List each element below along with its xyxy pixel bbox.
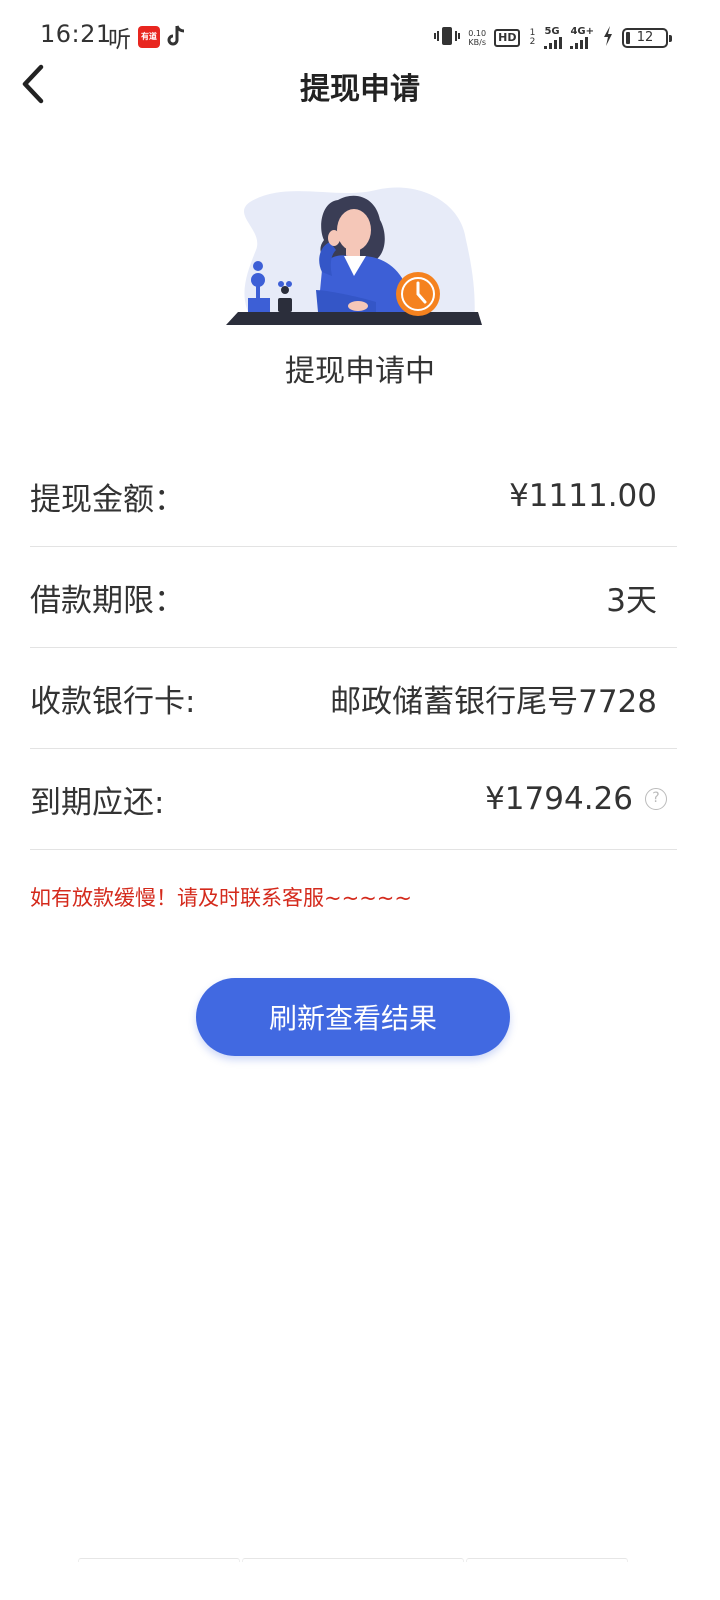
amount-label: 提现金额： <box>30 481 185 518</box>
refresh-result-button[interactable]: 刷新查看结果 <box>196 978 510 1056</box>
help-icon[interactable]: ? <box>645 788 667 810</box>
due-amount-label: 到期应还: <box>30 784 165 821</box>
due-amount-value: ¥1794.26 <box>485 781 633 817</box>
term-value: 3天 <box>606 582 657 619</box>
charging-icon <box>602 25 614 51</box>
signal-4g-icon: 4G+ <box>570 27 594 49</box>
info-row-bank-card: 收款银行卡: 邮政储蓄银行尾号7728 <box>30 648 677 749</box>
due-amount-wrap: ¥1794.26 ? <box>485 781 667 817</box>
status-icons: 0.10 KB/s HD 1 2 5G 4G+ 12 <box>434 24 672 52</box>
bank-card-value: 邮政储蓄银行尾号7728 <box>330 683 657 720</box>
withdraw-status-text: 提现申请中 <box>285 354 435 389</box>
withdraw-info-list: 提现金额： ¥1111.00 借款期限： 3天 收款银行卡: 邮政储蓄银行尾号7… <box>30 446 677 850</box>
amount-value: ¥1111.00 <box>509 478 657 514</box>
info-row-term: 借款期限： 3天 <box>30 547 677 648</box>
net-speed: 0.10 KB/s <box>468 29 487 47</box>
hd-icon: HD <box>494 29 521 47</box>
status-bar: 16:21 听 有道 0.10 KB/s HD 1 2 5G 4G+ 12 <box>0 0 720 72</box>
page-title: 提现申请 <box>300 72 420 107</box>
youdao-app-icon: 有道 <box>138 26 160 48</box>
signal-5g-icon: 5G <box>544 27 563 49</box>
status-time: 16:21 <box>40 20 112 48</box>
sim-index: 1 2 <box>529 28 536 47</box>
vibrate-icon <box>434 25 461 51</box>
battery-icon: 12 <box>622 28 672 48</box>
info-row-amount: 提现金额： ¥1111.00 <box>30 446 677 547</box>
info-row-due-amount: 到期应还: ¥1794.26 ? <box>30 749 677 850</box>
bottom-nav-hint <box>0 1558 720 1568</box>
tiktok-icon <box>166 24 186 52</box>
bank-card-label: 收款银行卡: <box>30 683 196 720</box>
pending-illustration <box>226 180 482 330</box>
ting-app-icon: 听 <box>108 27 131 53</box>
term-label: 借款期限： <box>30 582 185 619</box>
notice-text: 如有放款缓慢！请及时联系客服~~~~~ <box>30 886 412 910</box>
